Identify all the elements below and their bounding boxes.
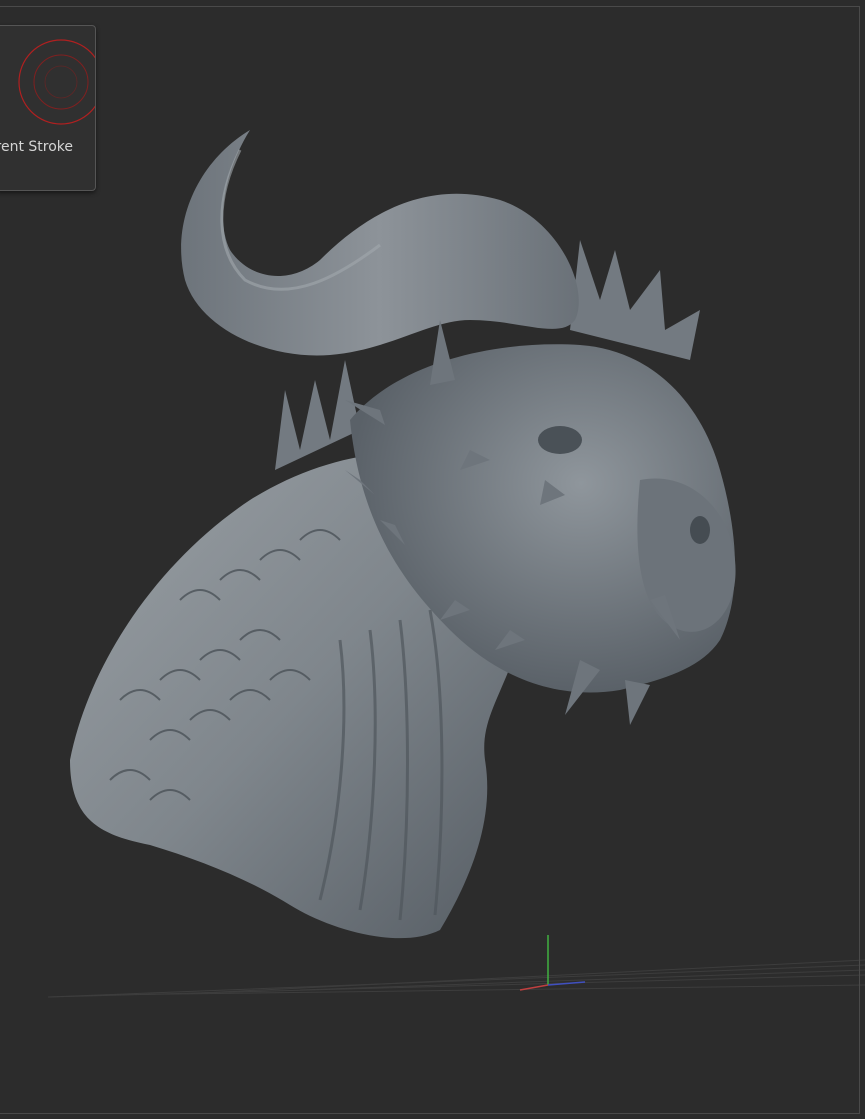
nostril [690,516,710,544]
dragon-eye [538,426,582,454]
ground-grid [47,959,865,998]
current-stroke-label: rrent Stroke [0,139,73,155]
dragon-sculpt-model[interactable] [0,0,865,1119]
brush-cursor-icon [18,39,95,125]
3d-viewport[interactable]: rrent Stroke ts [0,0,865,1119]
stroke-panel[interactable]: rrent Stroke ts [0,25,96,191]
dragon-horn [181,130,579,356]
